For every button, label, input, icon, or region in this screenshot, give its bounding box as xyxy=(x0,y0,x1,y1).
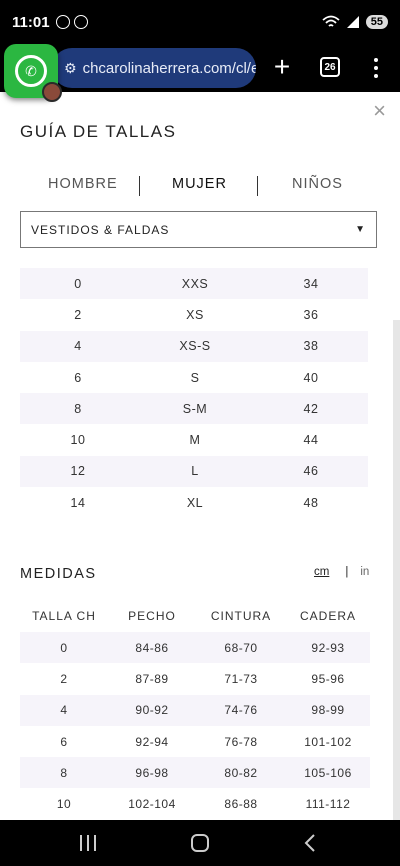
unit-cm-link[interactable]: cm xyxy=(314,566,329,578)
home-button[interactable] xyxy=(191,834,209,852)
new-tab-button[interactable]: + xyxy=(268,53,296,82)
table-row: 0 XXS 34 xyxy=(20,268,368,300)
table-row: 8 S-M 42 xyxy=(20,393,368,425)
back-button[interactable] xyxy=(304,834,316,852)
table-row: 10 M 44 xyxy=(70,433,319,448)
page-title: GUÍA DE TALLAS xyxy=(20,122,177,141)
tab-switcher-button[interactable]: 26 xyxy=(320,57,340,77)
tab-ninos[interactable]: NIÑOS xyxy=(292,176,343,192)
scrollbar[interactable] xyxy=(393,320,400,820)
more-menu-button[interactable] xyxy=(368,56,384,80)
measures-table: TALLA CH PECHO CINTURA CADERA 0 84-86 68… xyxy=(20,600,370,820)
url-text: chcarolinaherrera.com/cl/e xyxy=(82,59,256,77)
battery-icon: 55 xyxy=(365,15,388,29)
tab-divider xyxy=(139,176,140,196)
signal-icon xyxy=(346,16,359,28)
clock: 11:01 xyxy=(12,13,50,31)
category-dropdown[interactable]: VESTIDOS & FALDAS ▼ xyxy=(20,211,377,248)
table-header: TALLA CH PECHO CINTURA CADERA xyxy=(32,609,356,623)
measures-heading: MEDIDAS xyxy=(20,566,97,582)
avatar xyxy=(42,82,62,102)
caret-down-icon: ▼ xyxy=(355,224,366,235)
table-row: 6 92-94 76-78 101-102 xyxy=(60,734,352,749)
table-row: 14 XL 48 xyxy=(70,495,319,510)
table-row: 0 84-86 68-70 92-93 xyxy=(20,632,370,664)
wifi-icon xyxy=(322,15,340,27)
address-bar[interactable]: ⚙ chcarolinaherrera.com/cl/e xyxy=(52,48,256,88)
browser-toolbar: ⚙ chcarolinaherrera.com/cl/e + 26 xyxy=(0,44,400,92)
table-row: 8 96-98 80-82 105-106 xyxy=(20,757,370,789)
category-value: VESTIDOS & FALDAS xyxy=(31,222,170,237)
unit-separator: | xyxy=(345,566,349,578)
unit-toggle: cm | in xyxy=(314,566,369,578)
table-row: 12 L 46 xyxy=(20,455,368,488)
tab-mujer[interactable]: MUJER xyxy=(172,176,227,192)
system-nav-bar xyxy=(0,820,400,866)
size-guide-modal: × GUÍA DE TALLAS HOMBRE MUJER NIÑOS VEST… xyxy=(0,92,400,820)
table-row: 4 90-92 74-76 98-99 xyxy=(20,694,370,726)
size-table: 0 XXS 34 2 XS 36 4 XS-S 38 6 S 40 8 S-M … xyxy=(20,268,368,518)
gender-tabs: HOMBRE MUJER NIÑOS xyxy=(20,176,376,196)
table-row: 4 XS-S 38 xyxy=(20,330,368,362)
table-row: 6 S 40 xyxy=(74,370,319,385)
table-row: 2 87-89 71-73 95-96 xyxy=(60,671,345,686)
messenger-icon xyxy=(73,15,88,29)
whatsapp-chat-bubble[interactable]: ✆ xyxy=(4,44,62,102)
whatsapp-icon: ✆ xyxy=(15,55,47,87)
site-settings-icon[interactable]: ⚙ xyxy=(64,60,77,77)
recents-button[interactable] xyxy=(80,835,96,851)
table-row: 2 XS 36 xyxy=(74,307,319,322)
close-button[interactable]: × xyxy=(373,100,386,122)
tab-divider xyxy=(257,176,258,196)
whatsapp-icon xyxy=(55,15,70,29)
unit-in-link[interactable]: in xyxy=(360,566,369,578)
table-row: 10 102-104 86-88 111-112 xyxy=(56,797,351,812)
tab-hombre[interactable]: HOMBRE xyxy=(48,176,118,192)
status-bar: 11:01 55 xyxy=(0,0,400,44)
